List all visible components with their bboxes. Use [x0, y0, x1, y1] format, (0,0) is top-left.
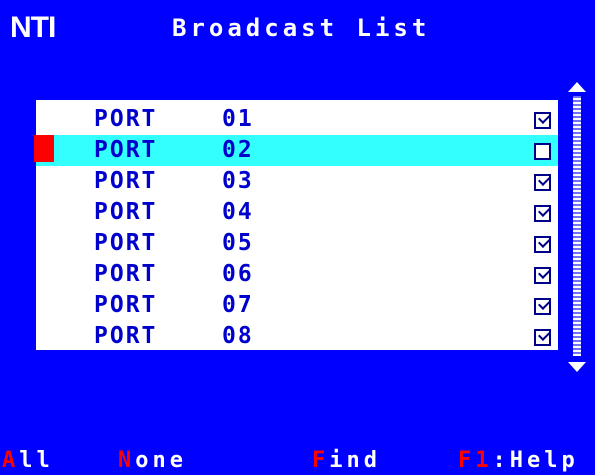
all-label: ll [19, 448, 54, 473]
broadcast-checkbox[interactable] [534, 143, 551, 160]
broadcast-checkbox[interactable] [534, 298, 551, 315]
scrollbar-track[interactable] [573, 96, 581, 356]
port-label: PORT [94, 230, 158, 256]
port-row-03[interactable]: PORT 03 [36, 166, 558, 197]
port-row-05[interactable]: PORT 05 [36, 228, 558, 259]
nti-logo: NTI [10, 11, 56, 44]
port-row-07[interactable]: PORT 07 [36, 290, 558, 321]
find-label: ind [329, 448, 381, 473]
broadcast-checkbox[interactable] [534, 112, 551, 129]
none-hotkey: N [118, 448, 136, 473]
port-label: PORT [94, 323, 158, 349]
port-number: 06 [222, 261, 254, 287]
port-label: PORT [94, 261, 158, 287]
port-row-08[interactable]: PORT 08 [36, 321, 558, 352]
broadcast-checkbox[interactable] [534, 236, 551, 253]
help-hotkey: F1 [458, 448, 493, 473]
help-command[interactable]: F1:Help [458, 448, 579, 474]
port-label: PORT [94, 168, 158, 194]
port-list: PORT 01 PORT 02 PORT 03 PORT 04 PORT 05 … [36, 100, 558, 350]
port-row-02[interactable]: PORT 02 [36, 135, 558, 166]
port-label: PORT [94, 199, 158, 225]
port-label: PORT [94, 137, 158, 163]
port-number: 01 [222, 106, 254, 132]
broadcast-checkbox[interactable] [534, 329, 551, 346]
port-number: 05 [222, 230, 254, 256]
selection-cursor [34, 135, 54, 162]
scroll-up-arrow-icon[interactable] [568, 82, 586, 92]
none-command[interactable]: None [118, 448, 187, 474]
broadcast-checkbox[interactable] [534, 205, 551, 222]
page-title: Broadcast List [172, 14, 431, 42]
port-row-01[interactable]: PORT 01 [36, 104, 558, 135]
help-label: :Help [492, 448, 579, 473]
all-hotkey: A [2, 448, 20, 473]
port-label: PORT [94, 106, 158, 132]
broadcast-checkbox[interactable] [534, 174, 551, 191]
scroll-down-arrow-icon[interactable] [568, 362, 586, 372]
broadcast-checkbox[interactable] [534, 267, 551, 284]
port-number: 04 [222, 199, 254, 225]
port-number: 07 [222, 292, 254, 318]
port-row-06[interactable]: PORT 06 [36, 259, 558, 290]
all-command[interactable]: All [2, 448, 54, 474]
port-label: PORT [94, 292, 158, 318]
port-number: 03 [222, 168, 254, 194]
none-label: one [135, 448, 187, 473]
find-command[interactable]: Find [312, 448, 381, 474]
port-number: 08 [222, 323, 254, 349]
port-number: 02 [222, 137, 254, 163]
port-row-04[interactable]: PORT 04 [36, 197, 558, 228]
find-hotkey: F [312, 448, 330, 473]
